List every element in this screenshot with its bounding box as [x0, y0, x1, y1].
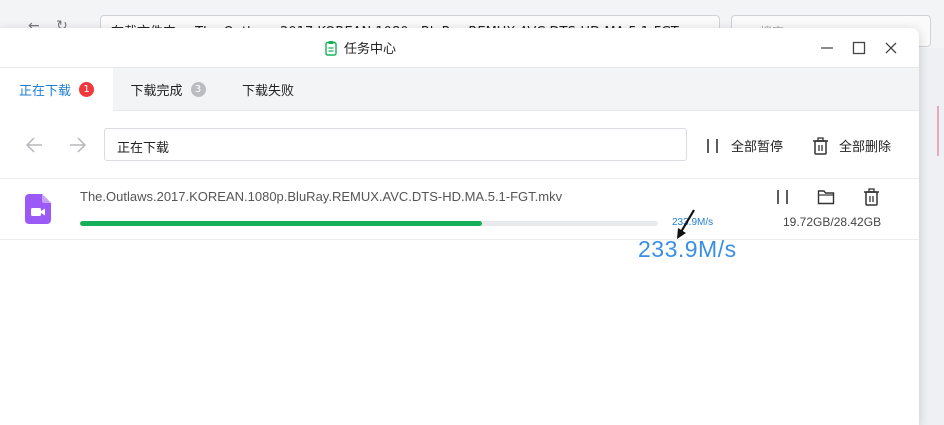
maximize-button[interactable] [849, 38, 869, 58]
tab-completed[interactable]: 下载完成 3 [113, 68, 223, 111]
close-icon [885, 42, 897, 54]
open-folder-button[interactable] [815, 186, 837, 208]
arrow-left-icon [25, 137, 42, 153]
tab-label: 正在下载 [18, 84, 71, 99]
task-center-dialog: 任务中心 正在下载 1 下载完成 3 下载失败 正在下载 全部暂停 全部删除 T… [0, 28, 919, 425]
video-file-icon [25, 194, 51, 224]
folder-icon [817, 190, 835, 205]
pause-all-button[interactable]: 全部暂停 [705, 136, 783, 155]
tab-failed[interactable]: 下载失败 [223, 68, 313, 111]
minimize-button[interactable] [817, 38, 837, 58]
download-size: 19.72GB/28.42GB [783, 215, 882, 229]
downloading-count-badge: 1 [79, 82, 94, 97]
trash-icon [813, 136, 828, 155]
pause-all-label: 全部暂停 [731, 140, 784, 155]
arrow-right-icon [70, 137, 87, 153]
clipboard-icon [325, 40, 337, 56]
task-toolbar: 正在下载 全部暂停 全部删除 [0, 111, 919, 179]
download-progress-fill [80, 221, 482, 226]
annotation-speed-label: 233.9M/s [638, 236, 737, 262]
background-right-edge [919, 48, 944, 425]
delete-all-button[interactable]: 全部删除 [812, 136, 891, 155]
pause-icon [777, 190, 788, 204]
tab-label: 下载失败 [241, 84, 294, 99]
pause-icon [707, 138, 718, 153]
delete-all-label: 全部删除 [839, 140, 892, 155]
pause-download-button[interactable] [772, 186, 794, 208]
tab-downloading[interactable]: 正在下载 1 [0, 68, 113, 111]
dialog-titlebar[interactable]: 任务中心 [0, 28, 919, 67]
path-field[interactable]: 正在下载 [104, 128, 687, 161]
download-file-name: The.Outlaws.2017.KOREAN.1080p.BluRay.REM… [80, 189, 563, 204]
back-button[interactable] [22, 133, 46, 157]
download-row[interactable]: The.Outlaws.2017.KOREAN.1080p.BluRay.REM… [0, 179, 919, 240]
tab-label: 下载完成 [130, 84, 183, 99]
download-progress-bar [80, 221, 658, 226]
maximize-icon [852, 41, 866, 55]
minimize-icon [821, 47, 833, 49]
close-button[interactable] [881, 38, 901, 58]
forward-button[interactable] [66, 133, 90, 157]
completed-count-badge: 3 [190, 82, 206, 97]
dialog-title: 任务中心 [344, 42, 397, 57]
trash-icon [863, 188, 879, 206]
delete-download-button[interactable] [860, 186, 882, 208]
task-tabs: 正在下载 1 下载完成 3 下载失败 [0, 67, 919, 111]
